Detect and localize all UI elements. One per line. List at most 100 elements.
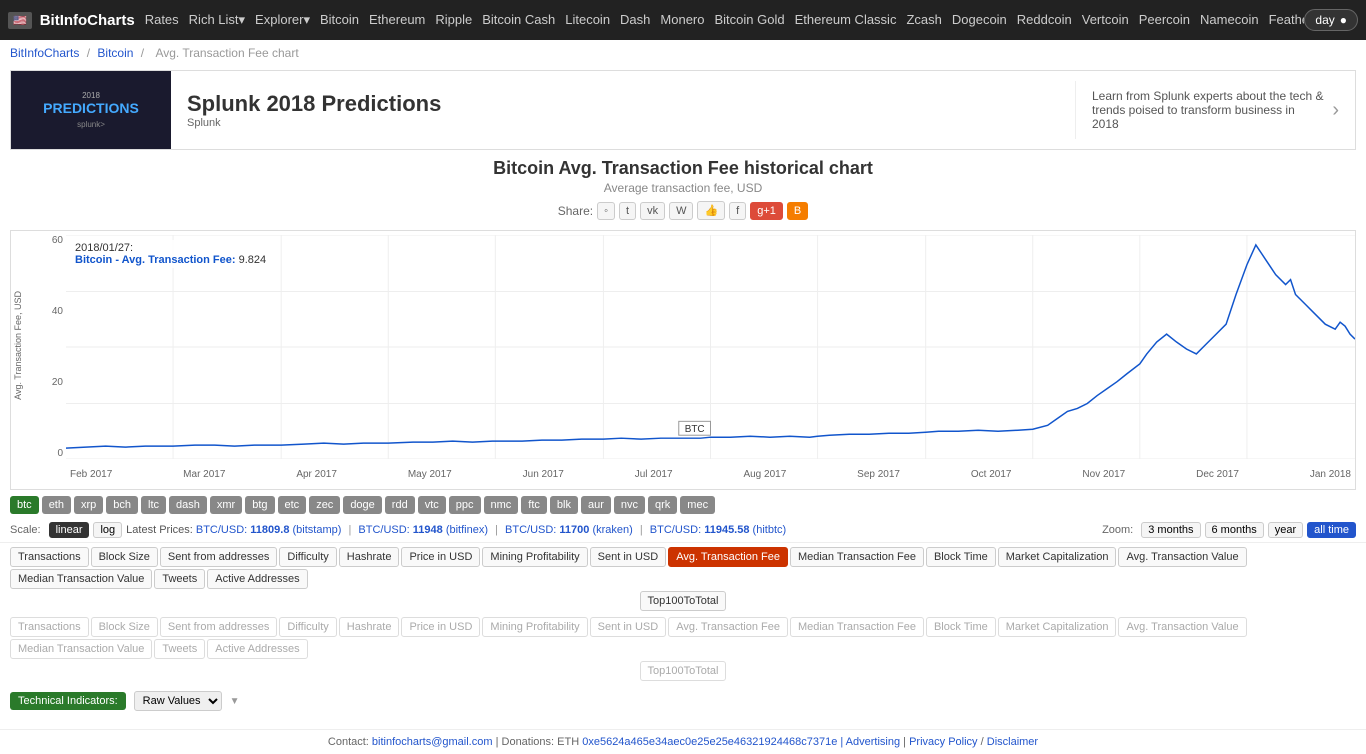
share-gplus[interactable]: g+1 xyxy=(750,202,783,220)
coin-tab-bch[interactable]: bch xyxy=(106,496,138,514)
metric2-avg-tx-value[interactable]: Avg. Transaction Value xyxy=(1118,617,1246,637)
share-facebook[interactable]: f xyxy=(729,202,746,220)
metric2-hashrate[interactable]: Hashrate xyxy=(339,617,400,637)
metric-hashrate[interactable]: Hashrate xyxy=(339,547,400,567)
coin-tab-aur[interactable]: aur xyxy=(581,496,611,514)
coin-tab-doge[interactable]: doge xyxy=(343,496,381,514)
nav-vertcoin[interactable]: Vertcoin xyxy=(1082,12,1129,28)
metric-difficulty[interactable]: Difficulty xyxy=(279,547,336,567)
share-reddit[interactable]: ◦ xyxy=(597,202,615,220)
nav-ripple[interactable]: Ripple xyxy=(435,12,472,28)
scale-log-button[interactable]: log xyxy=(93,522,122,538)
coin-tab-qrk[interactable]: qrk xyxy=(648,496,677,514)
coin-tab-mec[interactable]: mec xyxy=(680,496,715,514)
coin-tab-dash[interactable]: dash xyxy=(169,496,207,514)
nav-richlist[interactable]: Rich List▾ xyxy=(189,12,245,28)
nav-dogecoin[interactable]: Dogecoin xyxy=(952,12,1007,28)
breadcrumb-home[interactable]: BitInfoCharts xyxy=(10,46,79,60)
coin-tab-nmc[interactable]: nmc xyxy=(484,496,519,514)
coin-tab-btg[interactable]: btg xyxy=(245,496,274,514)
coin-tab-zec[interactable]: zec xyxy=(309,496,340,514)
tech-select[interactable]: Raw Values xyxy=(134,691,222,711)
nav-peercoin[interactable]: Peercoin xyxy=(1139,12,1190,28)
coin-tab-xmr[interactable]: xmr xyxy=(210,496,242,514)
metric-mining-profitability[interactable]: Mining Profitability xyxy=(482,547,587,567)
nav-monero[interactable]: Monero xyxy=(660,12,704,28)
metric2-avg-tx-fee[interactable]: Avg. Transaction Fee xyxy=(668,617,788,637)
metric-transactions[interactable]: Transactions xyxy=(10,547,89,567)
nav-bitcoin-gold[interactable]: Bitcoin Gold xyxy=(714,12,784,28)
coin-tab-vtc[interactable]: vtc xyxy=(418,496,446,514)
metric-avg-tx-fee[interactable]: Avg. Transaction Fee xyxy=(668,547,788,567)
metric2-difficulty[interactable]: Difficulty xyxy=(279,617,336,637)
site-logo[interactable]: BitInfoCharts xyxy=(40,12,135,29)
price-bitstamp-link[interactable]: BTC/USD: 11809.8 (bitstamp) xyxy=(196,524,342,536)
metric-market-cap[interactable]: Market Capitalization xyxy=(998,547,1117,567)
coin-tab-xrp[interactable]: xrp xyxy=(74,496,103,514)
coin-tab-nvc[interactable]: nvc xyxy=(614,496,645,514)
price-bitfinex-link[interactable]: BTC/USD: 11948 (bitfinex) xyxy=(358,524,488,536)
nav-reddcoin[interactable]: Reddcoin xyxy=(1017,12,1072,28)
metric-sent-from-addresses[interactable]: Sent from addresses xyxy=(160,547,278,567)
zoom-3months-button[interactable]: 3 months xyxy=(1141,522,1200,538)
footer-disclaimer[interactable]: Disclaimer xyxy=(987,736,1038,748)
scale-linear-button[interactable]: linear xyxy=(49,522,90,538)
metric2-median-tx-fee[interactable]: Median Transaction Fee xyxy=(790,617,924,637)
nav-litecoin[interactable]: Litecoin xyxy=(565,12,610,28)
coin-tab-ltc[interactable]: ltc xyxy=(141,496,166,514)
coin-tab-rdd[interactable]: rdd xyxy=(385,496,415,514)
footer-privacy[interactable]: Privacy Policy xyxy=(909,736,977,748)
advertisement-banner[interactable]: 2018 PREDICTIONS splunk> Splunk 2018 Pre… xyxy=(10,70,1356,150)
metric-median-tx-fee[interactable]: Median Transaction Fee xyxy=(790,547,924,567)
share-wiki[interactable]: W xyxy=(669,202,693,220)
metric-median-tx-value[interactable]: Median Transaction Value xyxy=(10,569,152,589)
coin-tab-etc[interactable]: etc xyxy=(278,496,307,514)
zoom-alltime-button[interactable]: all time xyxy=(1307,522,1356,538)
metric2-market-cap[interactable]: Market Capitalization xyxy=(998,617,1117,637)
metric2-top100[interactable]: Top100ToTotal xyxy=(640,661,727,681)
breadcrumb-coin[interactable]: Bitcoin xyxy=(97,46,133,60)
metric2-block-size[interactable]: Block Size xyxy=(91,617,158,637)
metric2-mining-profitability[interactable]: Mining Profitability xyxy=(482,617,587,637)
share-twitter[interactable]: t xyxy=(619,202,636,220)
metric2-active-addresses[interactable]: Active Addresses xyxy=(207,639,307,659)
metric-block-time[interactable]: Block Time xyxy=(926,547,996,567)
footer-email[interactable]: bitinfocharts@gmail.com xyxy=(372,736,493,748)
metric2-tweets[interactable]: Tweets xyxy=(154,639,205,659)
nav-namecoin[interactable]: Namecoin xyxy=(1200,12,1259,28)
metric-tweets[interactable]: Tweets xyxy=(154,569,205,589)
coin-tab-eth[interactable]: eth xyxy=(42,496,71,514)
nav-explorer[interactable]: Explorer▾ xyxy=(255,12,310,28)
price-kraken-link[interactable]: BTC/USD: 11700 (kraken) xyxy=(505,524,633,536)
metric-block-size[interactable]: Block Size xyxy=(91,547,158,567)
share-blogger[interactable]: B xyxy=(787,202,808,220)
metric2-price-usd[interactable]: Price in USD xyxy=(401,617,480,637)
nav-feathercoin[interactable]: Feathercoin xyxy=(1269,12,1305,28)
metric2-transactions[interactable]: Transactions xyxy=(10,617,89,637)
coin-tab-btc[interactable]: btc xyxy=(10,496,39,514)
footer-eth-address[interactable]: 0xe5624a465e34aec0e25e25e46321924468c737… xyxy=(582,736,837,748)
coin-tab-ftc[interactable]: ftc xyxy=(521,496,547,514)
metric-sent-usd[interactable]: Sent in USD xyxy=(590,547,667,567)
nav-zcash[interactable]: Zcash xyxy=(906,12,941,28)
nav-dash[interactable]: Dash xyxy=(620,12,650,28)
metric-avg-tx-value[interactable]: Avg. Transaction Value xyxy=(1118,547,1246,567)
nav-bitcoin[interactable]: Bitcoin xyxy=(320,12,359,28)
day-toggle-button[interactable]: day ● xyxy=(1304,9,1358,31)
flag-icon[interactable]: 🇺🇸 xyxy=(8,12,32,29)
metric2-sent-from-addresses[interactable]: Sent from addresses xyxy=(160,617,278,637)
nav-ethereum-classic[interactable]: Ethereum Classic xyxy=(795,12,897,28)
metric-active-addresses[interactable]: Active Addresses xyxy=(207,569,307,589)
price-hitbtc-link[interactable]: BTC/USD: 11945.58 (hitbtc) xyxy=(650,524,786,536)
metric2-sent-usd[interactable]: Sent in USD xyxy=(590,617,667,637)
metric2-block-time[interactable]: Block Time xyxy=(926,617,996,637)
nav-ethereum[interactable]: Ethereum xyxy=(369,12,425,28)
share-like[interactable]: 👍 xyxy=(697,201,725,220)
nav-bitcoin-cash[interactable]: Bitcoin Cash xyxy=(482,12,555,28)
zoom-6months-button[interactable]: 6 months xyxy=(1205,522,1264,538)
nav-rates[interactable]: Rates xyxy=(145,12,179,28)
metric-top100[interactable]: Top100ToTotal xyxy=(640,591,727,611)
footer-advertising[interactable]: | Advertising xyxy=(840,736,900,748)
metric-price-usd[interactable]: Price in USD xyxy=(401,547,480,567)
share-vk[interactable]: vk xyxy=(640,202,665,220)
